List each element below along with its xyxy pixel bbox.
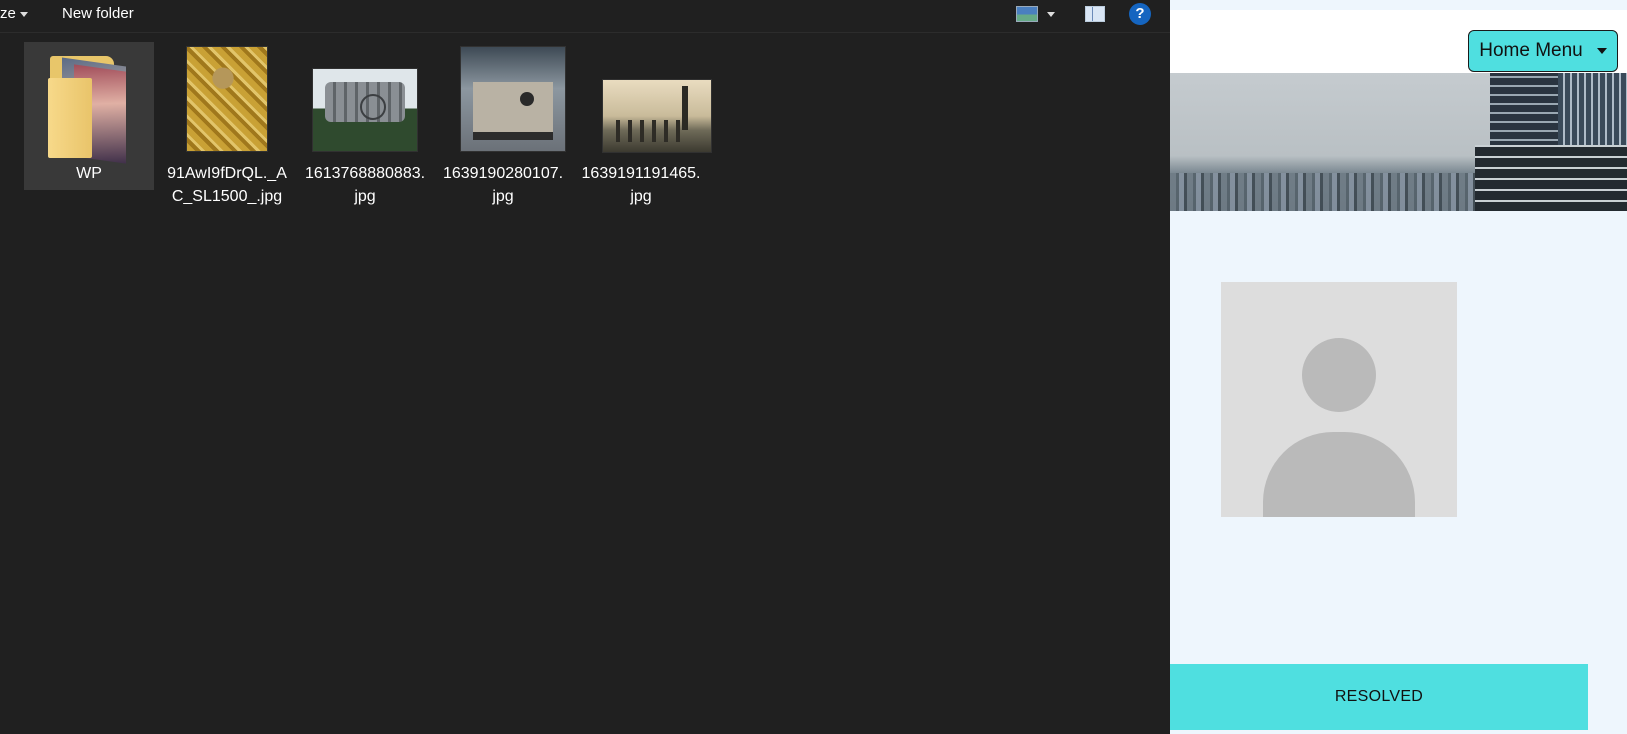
view-options-chevron-icon[interactable] [1047,12,1055,17]
home-menu-label: Home Menu [1479,40,1583,61]
help-icon[interactable]: ? [1129,3,1151,25]
file-name: WP [76,165,102,182]
image-thumbnail [576,42,711,162]
avatar-head-icon [1302,338,1376,412]
home-menu-dropdown[interactable]: Home Menu [1468,30,1618,72]
image-thumbnail [300,42,430,162]
web-page: Home Menu RESOLVED [1170,0,1627,734]
folder-icon [24,42,154,164]
size-dropdown[interactable]: ze [0,5,28,22]
preview-pane-icon[interactable] [1085,6,1105,22]
file-item-image[interactable]: 1639191191465.jpg [576,42,711,208]
explorer-toolbar: ze New folder ? [0,0,1170,33]
resolved-button[interactable]: RESOLVED [1170,664,1588,730]
file-name: 1639191191465.jpg [581,165,701,205]
folder-item-wp[interactable]: WP [24,42,154,190]
image-thumbnail [438,42,568,162]
file-name: 1613768880883.jpg [304,165,426,205]
city-banner-image [1170,73,1627,211]
view-icon[interactable] [1016,6,1038,22]
file-name: 91AwI9fDrQL._AC_SL1500_.jpg [167,165,287,205]
image-thumbnail [162,42,292,162]
file-item-image[interactable]: 1613768880883.jpg [300,42,430,208]
caret-down-icon [1596,48,1607,54]
page-header: Home Menu [1170,10,1627,73]
size-dropdown-label: ze [0,5,16,22]
chevron-down-icon [19,11,28,17]
avatar-placeholder [1221,282,1457,517]
file-explorer-window: ze New folder ? WP 91AwI9fDrQL._AC_SL150… [0,0,1170,734]
avatar-body-icon [1263,432,1415,517]
file-item-image[interactable]: 1639190280107.jpg [438,42,568,208]
new-folder-button[interactable]: New folder [62,5,134,22]
file-item-image[interactable]: 91AwI9fDrQL._AC_SL1500_.jpg [162,42,292,208]
file-name: 1639190280107.jpg [442,165,564,205]
